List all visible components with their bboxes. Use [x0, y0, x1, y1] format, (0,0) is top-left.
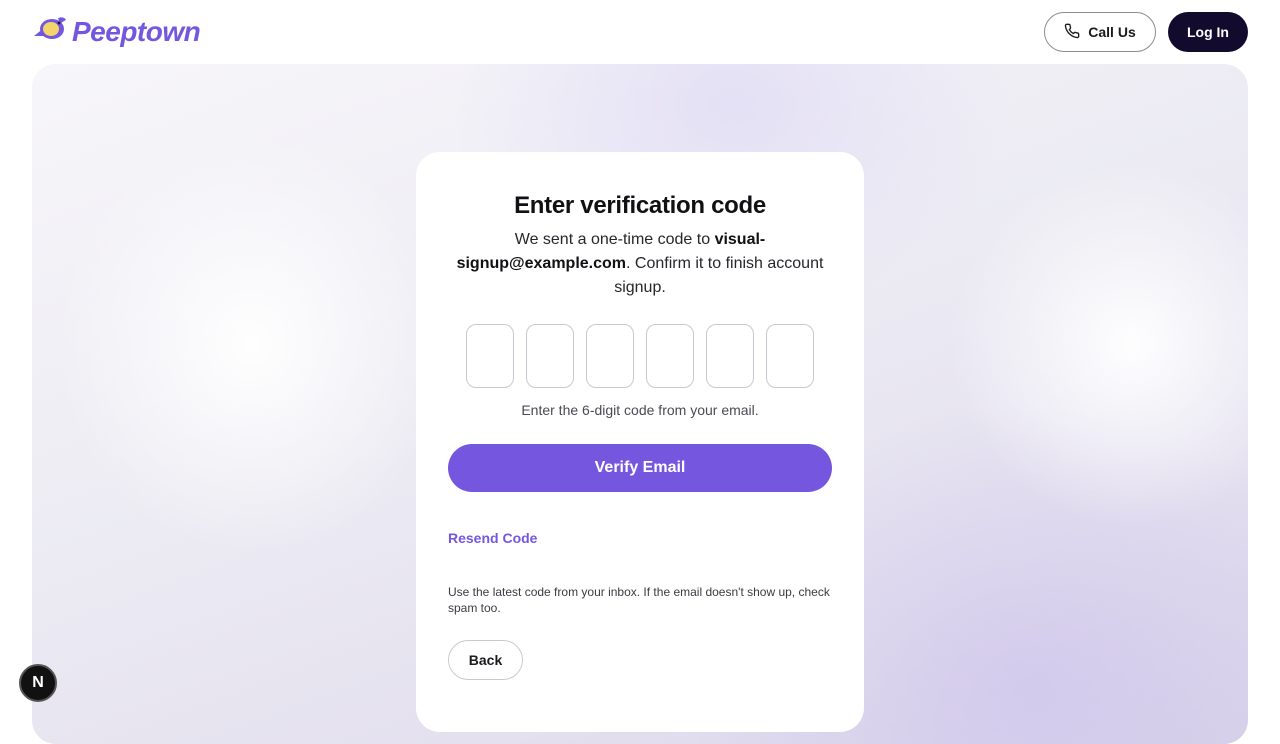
- verification-card: Enter verification code We sent a one-ti…: [416, 152, 864, 732]
- otp-digit-4[interactable]: [646, 324, 694, 388]
- otp-digit-1[interactable]: [466, 324, 514, 388]
- desc-suffix: . Confirm it to finish account signup.: [614, 255, 824, 296]
- page-title: Enter verification code: [514, 192, 766, 219]
- otp-input-group: [466, 324, 814, 388]
- otp-digit-2[interactable]: [526, 324, 574, 388]
- logo[interactable]: Peeptown: [32, 14, 201, 49]
- phone-icon: [1064, 23, 1080, 42]
- otp-hint: Enter the 6-digit code from your email.: [521, 402, 759, 418]
- help-note: Use the latest code from your inbox. If …: [448, 585, 830, 615]
- call-us-button[interactable]: Call Us: [1044, 12, 1156, 52]
- brand-name: Peeptown: [72, 15, 201, 47]
- header: Peeptown Call Us Log In: [0, 0, 1280, 64]
- back-button[interactable]: Back: [448, 640, 523, 680]
- resend-code-link[interactable]: Resend Code: [448, 530, 537, 546]
- dev-tools-badge[interactable]: N: [19, 664, 57, 702]
- otp-digit-5[interactable]: [706, 324, 754, 388]
- bird-icon: [32, 14, 68, 49]
- call-us-label: Call Us: [1088, 24, 1136, 40]
- otp-digit-3[interactable]: [586, 324, 634, 388]
- desc-prefix: We sent a one-time code to: [514, 231, 715, 248]
- login-button[interactable]: Log In: [1168, 12, 1248, 52]
- verify-email-button[interactable]: Verify Email: [448, 444, 832, 492]
- dev-badge-label: N: [32, 674, 44, 691]
- header-actions: Call Us Log In: [1044, 12, 1248, 52]
- otp-digit-6[interactable]: [766, 324, 814, 388]
- card-description: We sent a one-time code to visual-signup…: [448, 228, 832, 300]
